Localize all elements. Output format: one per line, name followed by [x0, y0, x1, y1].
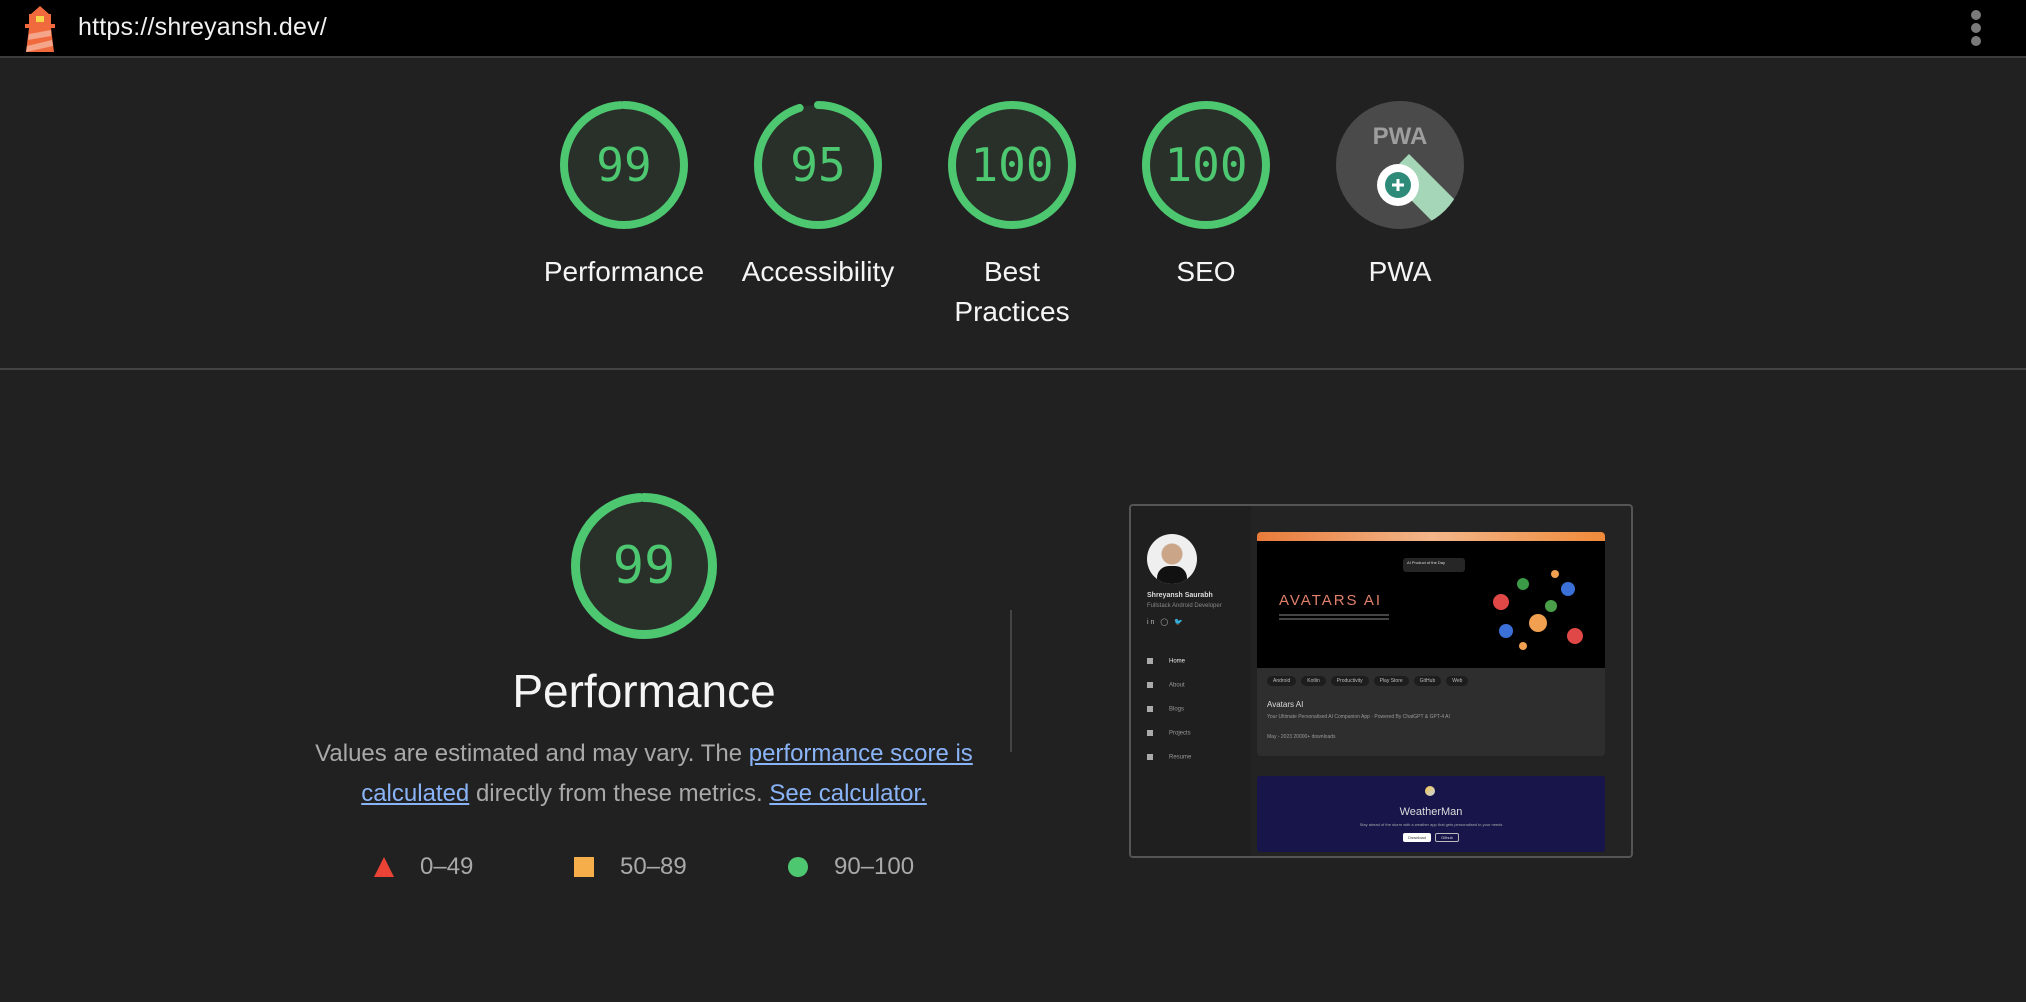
gauge-accessibility[interactable]: 95 Accessibility [728, 100, 908, 292]
avatar-bubble [1517, 578, 1529, 590]
nav-label: Home [1169, 658, 1186, 665]
thumb-weather-card: WeatherMan Stay ahead of the storm with … [1257, 776, 1605, 852]
gauge-label: Accessibility [741, 256, 895, 287]
score-ring: 95 [753, 100, 883, 230]
performance-title: Performance [512, 665, 776, 717]
thumb-chips: Android Kotlin Productivity Play Store G… [1267, 676, 1469, 686]
chip: Productivity [1330, 676, 1369, 686]
lighthouse-icon [20, 6, 60, 52]
legend-range: 50–89 [620, 853, 687, 880]
report-url[interactable]: https://shreyansh.dev/ [78, 13, 327, 42]
thumb-hero: AI Product of the Day AVATARS AI [1257, 532, 1605, 668]
desc-text: Values are estimated and may vary. The [315, 740, 749, 767]
thumb-main: AI Product of the Day AVATARS AI Android… [1257, 532, 1617, 756]
avatar-bubble [1561, 582, 1575, 596]
gauge-label: Best Practices [954, 256, 1070, 327]
nav-label: Blogs [1169, 706, 1185, 713]
circle-icon [788, 857, 808, 877]
nav-label: Resume [1169, 754, 1192, 761]
weather-github-button: Github [1435, 833, 1459, 842]
performance-description: Values are estimated and may vary. The p… [314, 734, 974, 814]
thumb-nav-blogs: Blogs [1147, 706, 1184, 713]
thumb-brand: AVATARS AI [1279, 592, 1383, 609]
chip: Android [1267, 676, 1297, 686]
profile-name: Shreyansh Saurabh [1147, 592, 1213, 599]
score-value: 100 [970, 138, 1054, 192]
weather-title: WeatherMan [1399, 806, 1463, 818]
score-value: 99 [596, 138, 652, 192]
avatar-bubble [1545, 600, 1557, 612]
vertical-divider [1010, 610, 1012, 752]
page-screenshot-thumbnail[interactable]: Shreyansh Saurabh Fullstack Android Deve… [1129, 504, 1633, 858]
legend-range: 0–49 [420, 853, 474, 880]
thumb-nav-projects: Projects [1147, 730, 1191, 737]
score-ring: 100 [1141, 100, 1271, 230]
section-divider [0, 368, 2026, 370]
triangle-icon [374, 857, 394, 877]
avatar-bubble [1493, 594, 1509, 610]
top-bar: https://shreyansh.dev/ [0, 0, 2026, 58]
avatar-bubble [1551, 570, 1559, 578]
weather-download-button: Download [1403, 833, 1431, 842]
thumb-product-pill: AI Product of the Day [1403, 558, 1465, 572]
avatar [1147, 534, 1197, 584]
chip: Kotlin [1301, 676, 1326, 686]
weather-icon [1425, 786, 1435, 796]
avatar-bubble [1567, 628, 1583, 644]
card-desc: Your Ultimate Personalised AI Companion … [1267, 714, 1450, 720]
thumb-nav-home: Home [1147, 658, 1185, 665]
performance-score-gauge: 99 [570, 492, 718, 640]
avatar-bubble [1519, 642, 1527, 650]
gauge-best-practices[interactable]: 100 Best Practices [922, 100, 1102, 332]
thumb-nav-resume: Resume [1147, 754, 1191, 761]
pwa-badge-text: PWA [1373, 123, 1428, 150]
card-meta: May - 2023 20000+ downloads [1267, 734, 1336, 740]
legend-range: 90–100 [834, 853, 915, 880]
desc-text: directly from these metrics. [469, 780, 770, 807]
score-ring: 100 [947, 100, 1077, 230]
profile-role: Fullstack Android Developer [1147, 603, 1222, 609]
legend-average: 50–89 [574, 852, 687, 882]
performance-score-value: 99 [612, 536, 676, 596]
thumb-sidebar: Shreyansh Saurabh Fullstack Android Deve… [1131, 506, 1251, 856]
thumb-banner [1257, 532, 1605, 541]
pwa-badge-icon: PWA [1335, 100, 1465, 230]
category-gauges: 99 Performance 95 Accessibility 100 Best… [0, 100, 2026, 370]
thumb-project-card: Android Kotlin Productivity Play Store G… [1257, 668, 1605, 756]
score-ring: 99 [559, 100, 689, 230]
see-calculator-link[interactable]: See calculator. [769, 780, 926, 807]
weather-desc: Stay ahead of the storm with a weather a… [1359, 822, 1503, 827]
gauge-performance[interactable]: 99 Performance [534, 100, 714, 292]
briefcase-icon [1147, 730, 1153, 736]
score-value: 100 [1164, 138, 1248, 192]
gauge-label: PWA [1368, 256, 1432, 287]
nav-label: About [1169, 682, 1185, 689]
thumb-tagline [1279, 614, 1389, 616]
gauge-seo[interactable]: 100 SEO [1116, 100, 1296, 292]
avatar-bubble [1529, 614, 1547, 632]
gauge-label: SEO [1176, 256, 1236, 287]
chip: Play Store [1373, 676, 1409, 686]
home-icon [1147, 658, 1153, 664]
avatar-bubble [1499, 624, 1513, 638]
nav-label: Projects [1169, 730, 1191, 737]
card-title: Avatars AI [1267, 700, 1304, 709]
gauge-label: Performance [543, 256, 705, 287]
more-vert-icon[interactable] [1964, 10, 1988, 46]
chip: GitHub [1413, 676, 1442, 686]
person-icon [1147, 682, 1153, 688]
legend-pass: 90–100 [788, 852, 914, 882]
document-icon [1147, 706, 1153, 712]
gauge-pwa[interactable]: PWA PWA [1310, 100, 1490, 292]
square-icon [574, 857, 594, 877]
legend-fail: 0–49 [374, 852, 473, 882]
thumb-nav-about: About [1147, 682, 1185, 689]
social-icons: in ◯ 🐦 [1147, 619, 1185, 626]
chip: Web [1446, 676, 1469, 686]
score-value: 95 [790, 138, 846, 192]
score-legend: 0–49 50–89 90–100 [0, 852, 1000, 882]
resume-icon [1147, 754, 1153, 760]
